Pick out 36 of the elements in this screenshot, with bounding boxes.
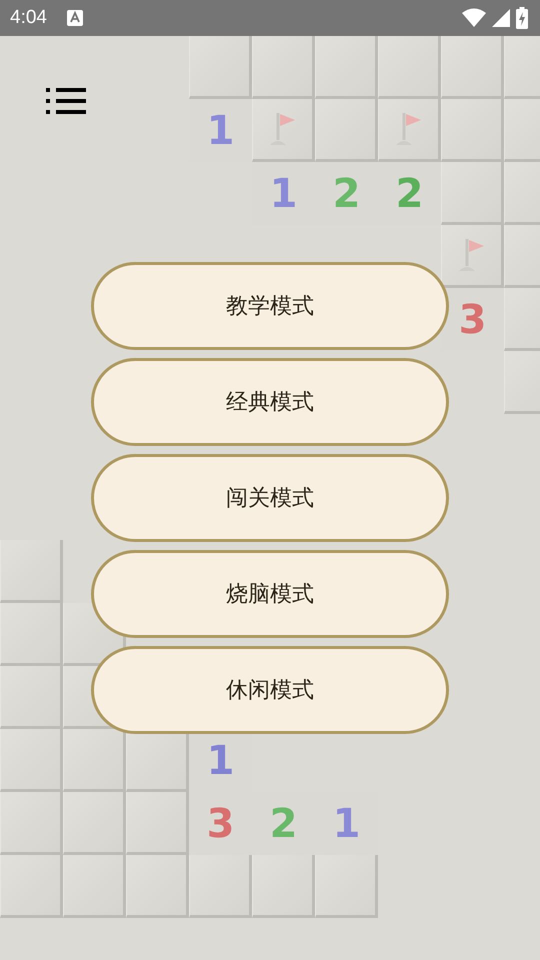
- keyboard-notification-icon: [66, 10, 83, 26]
- board-number: 3: [206, 800, 234, 846]
- battery-charging-icon: [516, 7, 528, 29]
- board-tile: [0, 729, 63, 792]
- board-number: 1: [332, 800, 360, 846]
- board-tile: [315, 855, 378, 918]
- board-number: 2: [270, 800, 298, 846]
- board-number: 2: [396, 170, 424, 216]
- board-number: 3: [458, 296, 486, 342]
- board-tile: [441, 36, 504, 99]
- mode-button[interactable]: 经典模式: [91, 358, 449, 446]
- board-tile: [63, 792, 126, 855]
- wifi-icon: [462, 8, 486, 28]
- flag-icon: [456, 238, 486, 272]
- board-tile: [189, 855, 252, 918]
- menu-icon[interactable]: [46, 88, 86, 114]
- board-tile: [315, 36, 378, 99]
- board-tile: [63, 855, 126, 918]
- clock-time: 4:04: [10, 7, 47, 29]
- flag-icon: [268, 112, 298, 146]
- board-number: 2: [332, 170, 360, 216]
- board-number: 1: [206, 108, 234, 154]
- mode-button[interactable]: 闯关模式: [91, 454, 449, 542]
- board-tile: [0, 855, 63, 918]
- mode-button[interactable]: 教学模式: [91, 262, 449, 350]
- board-tile: [189, 36, 252, 99]
- board-tile: [0, 792, 63, 855]
- board-number: 1: [270, 170, 298, 216]
- signal-icon: [492, 9, 510, 27]
- board-tile: [252, 855, 315, 918]
- mode-button[interactable]: 烧脑模式: [91, 550, 449, 638]
- board-number: 1: [206, 738, 234, 784]
- mode-button[interactable]: 休闲模式: [91, 646, 449, 734]
- board-tile: [126, 855, 189, 918]
- flag-icon: [394, 112, 424, 146]
- board-tile: [0, 540, 63, 603]
